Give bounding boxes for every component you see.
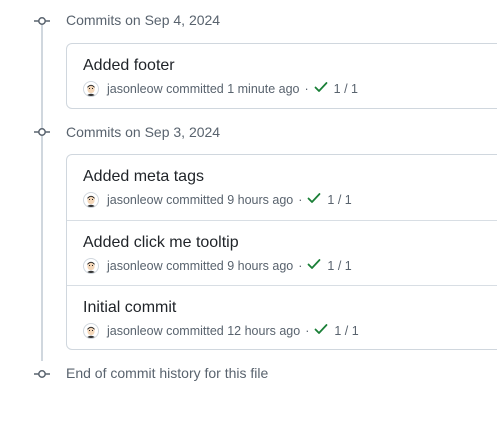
checks-count[interactable]: 1 / 1 — [334, 323, 358, 339]
timeline-line — [41, 24, 43, 361]
commit-meta: jasonleow committed 1 minute ago · 1 / 1 — [83, 81, 358, 97]
commit-title-link[interactable]: Added footer — [83, 56, 175, 76]
check-icon[interactable] — [314, 81, 328, 97]
user-avatar[interactable] — [83, 81, 99, 97]
commit-time: 9 hours ago — [227, 193, 294, 207]
commit-time: 1 minute ago — [227, 82, 300, 96]
commit-group-header: Commits on Sep 3, 2024 — [66, 124, 221, 140]
check-icon[interactable] — [307, 192, 321, 208]
commit-author-link[interactable]: jasonleow — [107, 81, 163, 97]
checks-count[interactable]: 1 / 1 — [327, 192, 351, 208]
commit-row: Added click me tooltip jasonleow committ… — [67, 220, 497, 285]
commit-row: Added meta tags jasonleow committed 9 ho… — [67, 155, 497, 220]
git-commit-icon — [33, 123, 51, 141]
commit-group-header: Commits on Sep 4, 2024 — [66, 12, 221, 28]
user-avatar[interactable] — [83, 323, 99, 339]
commit-author-link[interactable]: jasonleow — [107, 323, 163, 339]
commit-verb: committed — [166, 82, 224, 96]
commit-meta: jasonleow committed 12 hours ago · 1 / 1 — [83, 323, 359, 339]
commit-meta: jasonleow committed 9 hours ago · 1 / 1 — [83, 258, 352, 274]
commit-row: Added footer jasonleow committed 1 minut… — [67, 44, 497, 109]
user-avatar[interactable] — [83, 258, 99, 274]
git-commit-icon — [33, 12, 51, 30]
git-commit-icon — [33, 365, 51, 383]
commit-title-link[interactable]: Added click me tooltip — [83, 233, 239, 253]
commit-list: Added meta tags jasonleow committed 9 ho… — [66, 154, 497, 350]
commit-row: Initial commit jasonleow committed 12 ho… — [67, 285, 497, 350]
end-of-history-text: End of commit history for this file — [66, 365, 269, 381]
commit-list: Added footer jasonleow committed 1 minut… — [66, 43, 497, 109]
commit-verb: committed — [166, 259, 224, 273]
commit-author-link[interactable]: jasonleow — [107, 192, 163, 208]
check-icon[interactable] — [314, 323, 328, 339]
checks-count[interactable]: 1 / 1 — [334, 81, 358, 97]
check-icon[interactable] — [307, 258, 321, 274]
commit-verb: committed — [166, 193, 224, 207]
user-avatar[interactable] — [83, 192, 99, 208]
checks-count[interactable]: 1 / 1 — [327, 258, 351, 274]
commit-title-link[interactable]: Added meta tags — [83, 167, 204, 187]
commit-time: 12 hours ago — [227, 324, 301, 338]
commit-time: 9 hours ago — [227, 259, 294, 273]
commit-verb: committed — [166, 324, 224, 338]
commit-author-link[interactable]: jasonleow — [107, 258, 163, 274]
commit-title-link[interactable]: Initial commit — [83, 298, 176, 318]
commit-meta: jasonleow committed 9 hours ago · 1 / 1 — [83, 192, 352, 208]
